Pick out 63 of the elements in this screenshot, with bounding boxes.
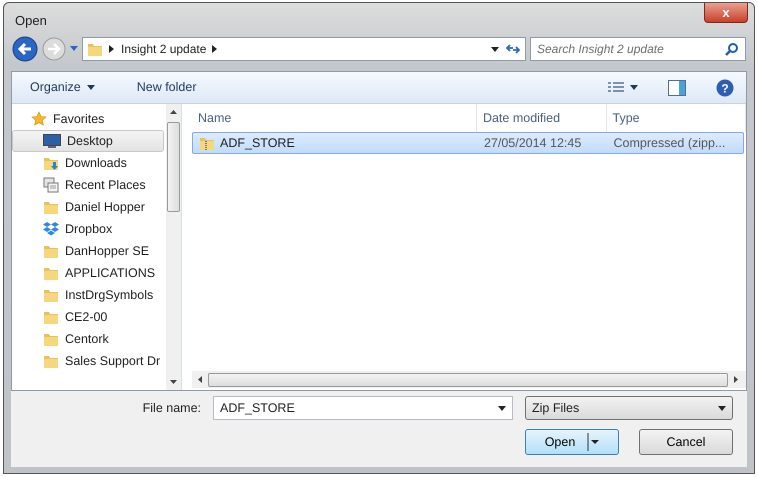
folder-icon <box>43 243 59 259</box>
sidebar-item[interactable]: Downloads <box>12 152 164 174</box>
left-arrow-icon <box>198 376 202 383</box>
star-icon <box>31 111 47 127</box>
chevron-icon <box>212 45 218 53</box>
table-cell-text: Compressed (zipp... <box>613 134 726 152</box>
down-arrow-icon <box>170 380 177 384</box>
open-button[interactable]: Open <box>525 429 619 455</box>
sidebar-item[interactable]: Dropbox <box>12 218 164 240</box>
sidebar-item[interactable]: Desktop <box>12 130 164 152</box>
folder-icon <box>43 331 59 347</box>
folder-icon <box>43 287 59 303</box>
new-folder-button[interactable]: New folder <box>130 76 202 99</box>
zip-folder-icon <box>199 135 215 151</box>
folder-icon <box>43 353 59 369</box>
sidebar-item[interactable]: DanHopper SE <box>12 240 164 262</box>
breadcrumb-item[interactable]: Insight 2 update <box>121 40 206 58</box>
caret-icon[interactable] <box>491 46 499 52</box>
sidebar-item[interactable]: Centork <box>12 328 164 350</box>
dropdown-icon[interactable] <box>70 46 78 52</box>
help-icon[interactable]: ? <box>716 78 734 96</box>
caret-icon <box>86 85 95 90</box>
folder-icon <box>43 309 59 325</box>
caret-icon <box>718 406 726 410</box>
preview-pane-icon[interactable] <box>668 80 686 96</box>
organize-button[interactable]: Organize <box>24 76 101 99</box>
folder-icon <box>87 41 103 57</box>
monitor-icon <box>43 134 61 148</box>
caret-icon <box>587 433 600 451</box>
download-folder-icon <box>43 155 59 171</box>
horizontal-scrollbar[interactable] <box>192 371 746 388</box>
sidebar-item[interactable]: CE2-00 <box>12 306 164 328</box>
cancel-button[interactable]: Cancel <box>639 429 733 455</box>
address-bar[interactable]: Insight 2 update <box>82 37 526 61</box>
list-view-icon[interactable] <box>608 82 624 94</box>
sidebar-item[interactable]: Sales Support Dr <box>12 350 164 372</box>
caret-icon[interactable] <box>630 85 638 90</box>
folder-icon <box>43 199 59 215</box>
refresh-icon[interactable] <box>505 42 521 56</box>
vertical-scrollbar[interactable] <box>166 104 181 390</box>
sidebar-item[interactable]: Recent Places <box>12 174 164 196</box>
file-type-dropdown[interactable]: Zip Files <box>525 396 733 420</box>
search-icon <box>725 42 739 56</box>
caret-icon[interactable] <box>498 406 506 410</box>
chevron-icon <box>109 45 115 53</box>
search-field[interactable]: Search Insight 2 update <box>530 37 746 61</box>
table-cell-text: 27/05/2014 12:45 <box>484 134 582 152</box>
window-title: Open <box>14 12 47 30</box>
dropbox-icon <box>43 221 59 237</box>
up-arrow-icon <box>170 110 177 114</box>
search-placeholder: Search Insight 2 update <box>537 41 664 58</box>
sidebar-item[interactable]: Daniel Hopper <box>12 196 164 218</box>
file-name-field[interactable]: ADF_STORE <box>213 396 513 420</box>
folder-icon <box>43 265 59 281</box>
sidebar-item[interactable]: APPLICATIONS <box>12 262 164 284</box>
file-name: ADF_STORE <box>220 134 295 152</box>
file-name-label: File name: <box>142 400 201 417</box>
file-row[interactable]: ADF_STORE 27/05/2014 12:45 Compressed (zipp... <box>192 132 744 154</box>
recent-places-icon <box>43 177 59 193</box>
sidebar-item[interactable]: Favorites <box>12 108 164 130</box>
right-arrow-icon <box>734 376 738 383</box>
sidebar-item[interactable]: InstDrgSymbols <box>12 284 164 306</box>
back-icon[interactable] <box>12 36 38 62</box>
